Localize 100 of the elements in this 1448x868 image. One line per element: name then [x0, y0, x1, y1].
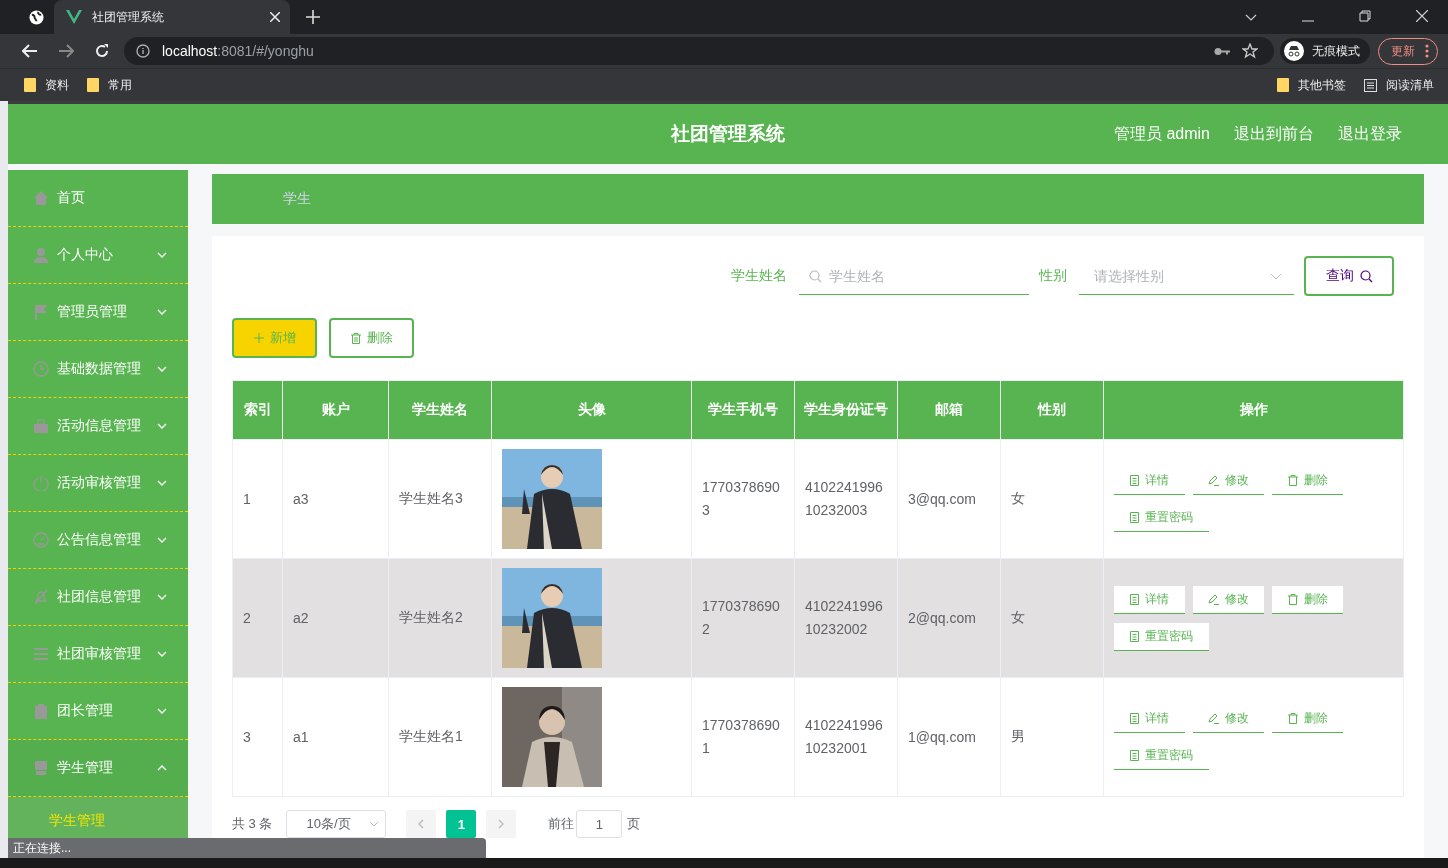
document-icon	[1130, 593, 1139, 605]
info-icon	[136, 44, 150, 58]
url-text: localhost:8081/#/yonghu	[162, 43, 314, 59]
table-cell: a1	[282, 677, 389, 797]
row-action-button[interactable]: 重置密码	[1114, 741, 1209, 770]
row-action-button[interactable]: 修改	[1193, 704, 1264, 733]
chevron-right-icon	[498, 819, 505, 829]
flag-icon	[33, 304, 49, 320]
document-icon	[1130, 630, 1139, 642]
add-button[interactable]: 新增	[232, 318, 317, 358]
sidebar-item[interactable]: 基础数据管理	[8, 341, 188, 398]
table-cell: 3	[232, 677, 283, 797]
sidebar-item[interactable]: 活动审核管理	[8, 455, 188, 512]
table-cell: 17703786903	[691, 439, 795, 559]
row-action-button[interactable]: 重置密码	[1114, 622, 1209, 651]
column-header: 学生姓名	[388, 380, 492, 440]
chevron-down-icon	[1270, 273, 1282, 280]
table-cell: 1	[232, 439, 283, 559]
folder-icon	[87, 78, 99, 92]
pencil-icon	[1208, 474, 1219, 486]
pencil-icon	[1208, 593, 1219, 605]
sidebar-item[interactable]: 公告信息管理	[8, 512, 188, 569]
reading-list[interactable]: 阅读清单	[1364, 76, 1434, 94]
bookmark[interactable]: 常用	[87, 76, 132, 94]
trash-icon	[350, 332, 361, 344]
page-button[interactable]: 1	[446, 810, 477, 838]
chevron-down-icon[interactable]	[1245, 14, 1257, 22]
clip-icon	[33, 703, 49, 719]
incognito-icon	[1284, 41, 1304, 61]
row-action-button[interactable]: 重置密码	[1114, 503, 1209, 532]
table-cell: 学生姓名1	[388, 677, 492, 797]
table-cell: 410224199610232003	[794, 439, 898, 559]
trash-icon	[1287, 593, 1298, 605]
folder-icon	[1277, 78, 1289, 92]
row-action-button[interactable]: 修改	[1193, 466, 1264, 495]
clock-icon	[33, 361, 49, 377]
key-icon[interactable]	[1214, 46, 1230, 56]
app-title: 社团管理系统	[671, 122, 785, 146]
query-button[interactable]: 查询	[1304, 256, 1394, 296]
search-icon	[809, 270, 822, 283]
chair-icon	[33, 760, 49, 776]
bookmark[interactable]: 资料	[24, 76, 69, 94]
restore-icon[interactable]	[1359, 10, 1371, 22]
trash-icon	[1287, 474, 1298, 486]
case-icon	[33, 418, 49, 434]
column-header: 邮箱	[897, 380, 1001, 440]
sidebar-item[interactable]: 活动信息管理	[8, 398, 188, 455]
page-unit: 页	[627, 815, 641, 833]
forward-icon[interactable]	[58, 44, 74, 58]
header-link[interactable]: 退出登录	[1338, 123, 1402, 145]
pencil-icon	[1208, 712, 1219, 724]
close-icon[interactable]	[270, 12, 280, 22]
bookmark[interactable]: 其他书签	[1277, 76, 1346, 94]
row-action-button[interactable]: 详情	[1114, 466, 1185, 495]
document-icon	[1130, 749, 1139, 761]
column-header: 账户	[282, 380, 389, 440]
field-label: 性别	[1039, 267, 1067, 285]
row-action-button[interactable]: 删除	[1272, 585, 1343, 614]
more-icon	[1425, 44, 1429, 58]
row-action-button[interactable]: 修改	[1193, 585, 1264, 614]
list-icon	[1364, 78, 1377, 92]
gender-select[interactable]: 请选择性别	[1079, 257, 1294, 295]
bell-icon	[33, 589, 49, 605]
address-field[interactable]: localhost:8081/#/yonghu	[124, 37, 1274, 65]
row-action-button[interactable]: 详情	[1114, 704, 1185, 733]
row-action-button[interactable]: 删除	[1272, 466, 1343, 495]
delete-button[interactable]: 删除	[329, 318, 414, 358]
row-action-button[interactable]: 删除	[1272, 704, 1343, 733]
browser-tab[interactable]: 社团管理系统	[54, 0, 290, 34]
trash-icon	[1287, 712, 1298, 724]
header-link[interactable]: 退出到前台	[1234, 123, 1314, 145]
table-cell: a3	[282, 439, 389, 559]
reload-icon[interactable]	[94, 43, 110, 59]
star-icon[interactable]	[1242, 43, 1258, 59]
search-field[interactable]: 学生姓名	[799, 257, 1029, 295]
total-count: 共 3 条	[232, 815, 273, 833]
page-size-select[interactable]: 10条/页	[286, 810, 387, 838]
lines-icon	[33, 646, 49, 662]
sidebar-item[interactable]: 管理员管理	[8, 284, 188, 341]
search-icon	[1359, 269, 1373, 283]
column-header: 性别	[1000, 380, 1104, 440]
table-cell: 学生姓名3	[388, 439, 492, 559]
sidebar-item[interactable]: 首页	[8, 170, 188, 227]
table-cell: 17703786901	[691, 677, 795, 797]
chevron-left-icon	[418, 819, 425, 829]
table-cell: 410224199610232002	[794, 558, 898, 678]
sidebar-item[interactable]: 个人中心	[8, 227, 188, 284]
incognito-chip[interactable]: 无痕模式	[1280, 38, 1370, 64]
table-cell: 男	[1000, 677, 1104, 797]
power-icon	[33, 475, 49, 491]
header-link[interactable]: 管理员 admin	[1113, 123, 1210, 145]
back-icon[interactable]	[22, 44, 38, 58]
close-icon[interactable]	[1416, 10, 1428, 22]
sidebar-item[interactable]: 社团信息管理	[8, 569, 188, 626]
breadcrumb-item[interactable]: 学生	[283, 190, 311, 208]
new-tab-icon[interactable]	[306, 10, 320, 24]
sidebar-item[interactable]: 社团审核管理	[8, 626, 188, 683]
goto-label: 前往	[548, 815, 575, 833]
page-input[interactable]: 1	[576, 810, 623, 838]
row-action-button[interactable]: 详情	[1114, 585, 1185, 614]
